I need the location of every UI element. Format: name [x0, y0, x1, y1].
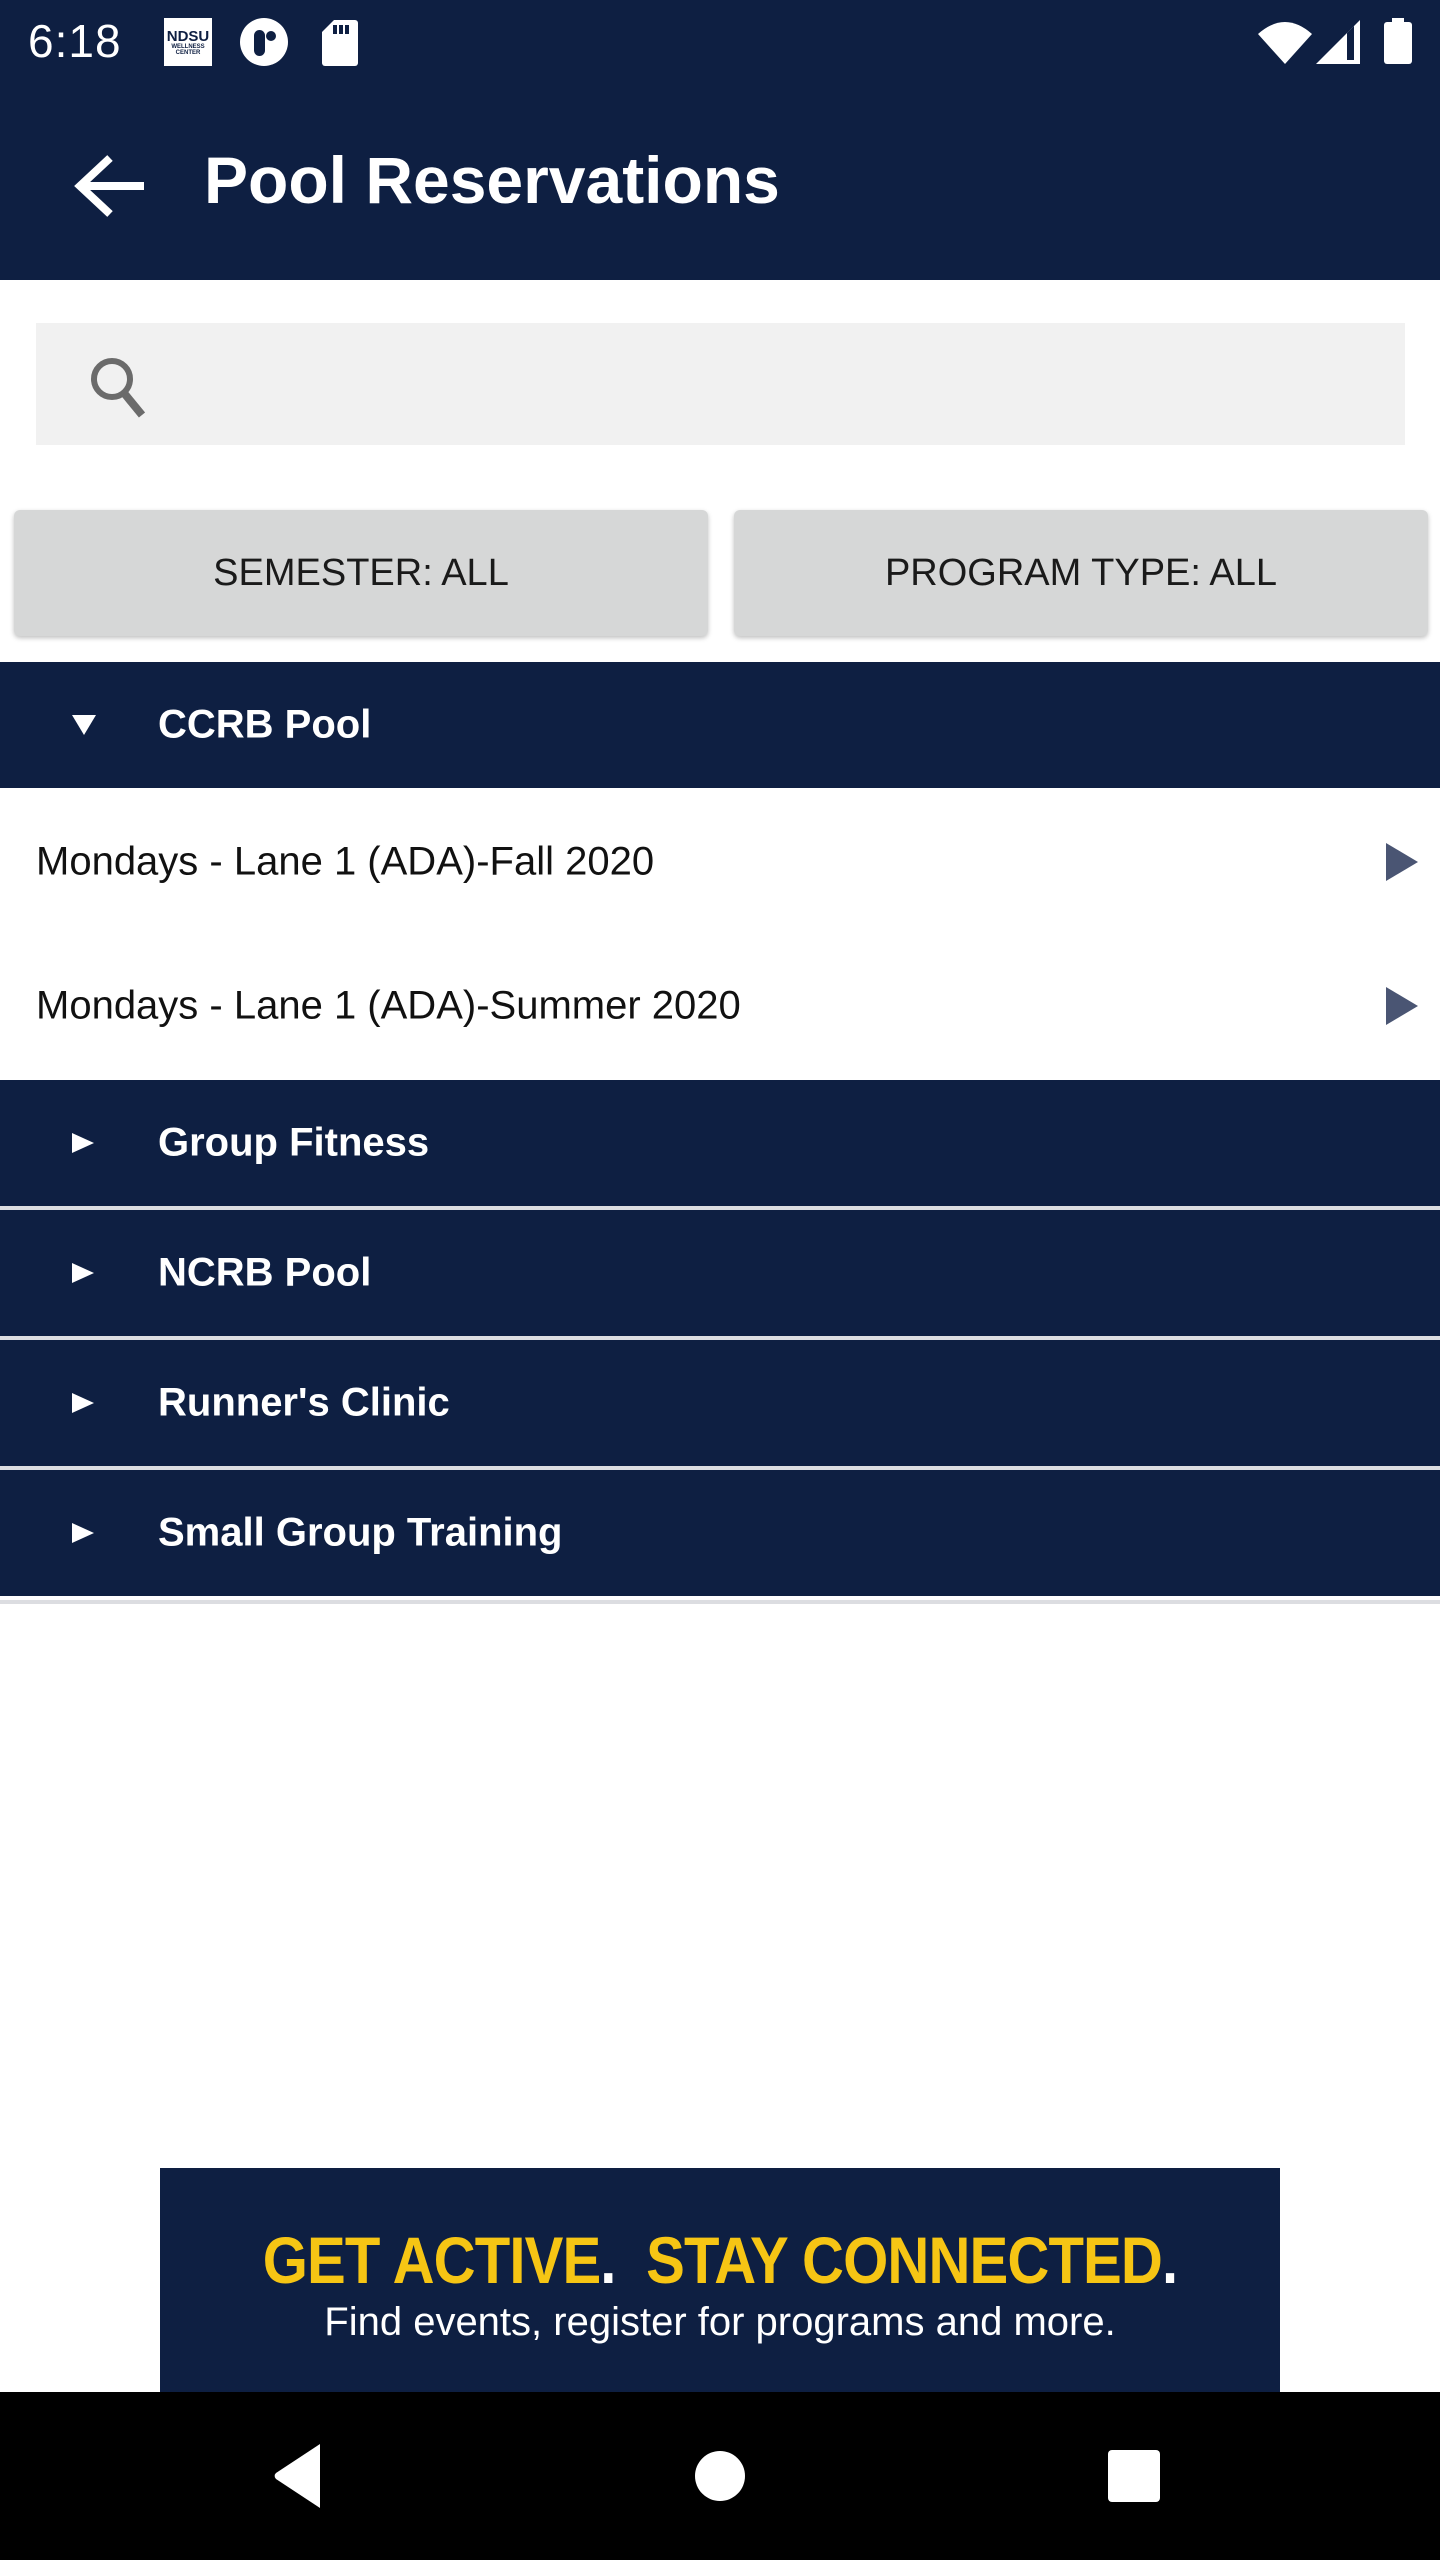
- battery-icon: [1384, 18, 1412, 64]
- ndsu-logo-text: NDSU: [166, 27, 210, 45]
- group-label: CCRB Pool: [158, 702, 372, 747]
- ndsu-logo-subtext-2: CENTER: [175, 49, 201, 56]
- banner-headline-part1: GET ACTIVE: [262, 2223, 601, 2297]
- group-header-small-group-training[interactable]: Small Group Training: [0, 1470, 1440, 1596]
- list-item-label: Mondays - Lane 1 (ADA)-Fall 2020: [36, 839, 655, 884]
- divider: [0, 1600, 1440, 1604]
- page-title: Pool Reservations: [204, 143, 780, 217]
- nav-home-icon[interactable]: [680, 2436, 760, 2516]
- group-label: Runner's Clinic: [158, 1380, 450, 1425]
- status-bar: 6:18 NDSU WELLNESS CENTER: [0, 0, 1440, 84]
- list-item[interactable]: Mondays - Lane 1 (ADA)-Fall 2020: [0, 790, 1440, 934]
- search-input[interactable]: [186, 323, 1390, 447]
- banner-headline-part2: STAY CONNECTED: [646, 2223, 1163, 2297]
- semester-filter-button[interactable]: SEMESTER: ALL: [14, 510, 708, 636]
- search-bar[interactable]: [36, 323, 1405, 447]
- app-notification-icon: [240, 18, 288, 66]
- sd-card-icon: [322, 20, 358, 66]
- cellular-signal-icon: [1316, 20, 1360, 64]
- group-header-ncrb-pool[interactable]: NCRB Pool: [0, 1210, 1440, 1336]
- status-time: 6:18: [28, 15, 122, 67]
- caret-right-icon: [72, 1133, 94, 1153]
- group-label: Small Group Training: [158, 1510, 563, 1555]
- nav-back-icon[interactable]: [262, 2436, 342, 2516]
- group-label: Group Fitness: [158, 1120, 430, 1165]
- list-item[interactable]: Mondays - Lane 1 (ADA)-Summer 2020: [0, 934, 1440, 1078]
- promo-banner[interactable]: GET ACTIVE. STAY CONNECTED. Find events,…: [160, 2168, 1280, 2392]
- arrow-back-icon: [74, 155, 144, 217]
- banner-subtext: Find events, register for programs and m…: [324, 2300, 1116, 2344]
- group-label: NCRB Pool: [158, 1250, 372, 1295]
- caret-right-icon: [72, 1523, 94, 1543]
- group-header-runners-clinic[interactable]: Runner's Clinic: [0, 1340, 1440, 1466]
- group-header-ccrb-pool[interactable]: CCRB Pool: [0, 662, 1440, 788]
- caret-right-icon: [72, 1393, 94, 1413]
- chevron-right-icon: [1386, 987, 1418, 1025]
- back-button[interactable]: [64, 140, 160, 236]
- wifi-icon: [1258, 22, 1312, 64]
- chevron-right-icon: [1386, 843, 1418, 881]
- semester-filter-label: SEMESTER: ALL: [213, 551, 509, 594]
- program-type-filter-button[interactable]: PROGRAM TYPE: ALL: [734, 510, 1428, 636]
- group-header-group-fitness[interactable]: Group Fitness: [0, 1080, 1440, 1206]
- program-type-filter-label: PROGRAM TYPE: ALL: [884, 551, 1278, 594]
- system-nav-bar: [0, 2392, 1440, 2560]
- search-icon: [91, 358, 146, 418]
- ndsu-wellness-center-app-icon: NDSU WELLNESS CENTER: [164, 18, 212, 66]
- app-bar: Pool Reservations: [0, 84, 1440, 280]
- banner-headline: GET ACTIVE. STAY CONNECTED.: [262, 2223, 1178, 2297]
- list-item-label: Mondays - Lane 1 (ADA)-Summer 2020: [36, 983, 741, 1028]
- caret-down-icon: [72, 715, 96, 735]
- caret-right-icon: [72, 1263, 94, 1283]
- nav-recents-icon[interactable]: [1094, 2436, 1174, 2516]
